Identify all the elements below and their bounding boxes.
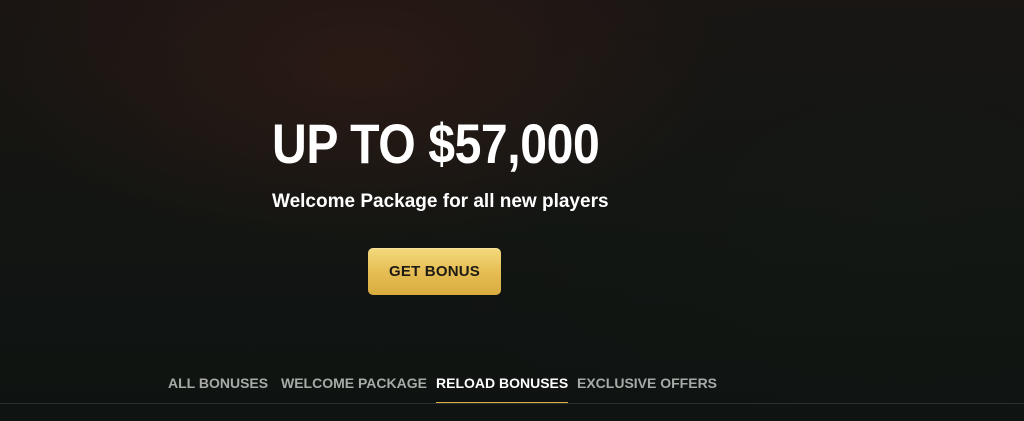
hero-headline: UP TO $57,000 [272,112,600,175]
hero-banner: UP TO $57,000 Welcome Package for all ne… [0,0,1024,360]
bonus-category-tabs: ALL BONUSES WELCOME PACKAGE RELOAD BONUS… [0,360,1024,404]
tab-welcome-package[interactable]: WELCOME PACKAGE [281,375,427,404]
tab-exclusive-offers[interactable]: EXCLUSIVE OFFERS [577,375,717,404]
tab-all-bonuses[interactable]: ALL BONUSES [168,375,268,404]
hero-subtitle: Welcome Package for all new players [272,191,609,212]
tab-reload-bonuses[interactable]: RELOAD BONUSES [436,375,569,404]
get-bonus-button[interactable]: GET BONUS [368,248,501,295]
content-area [0,404,1024,421]
